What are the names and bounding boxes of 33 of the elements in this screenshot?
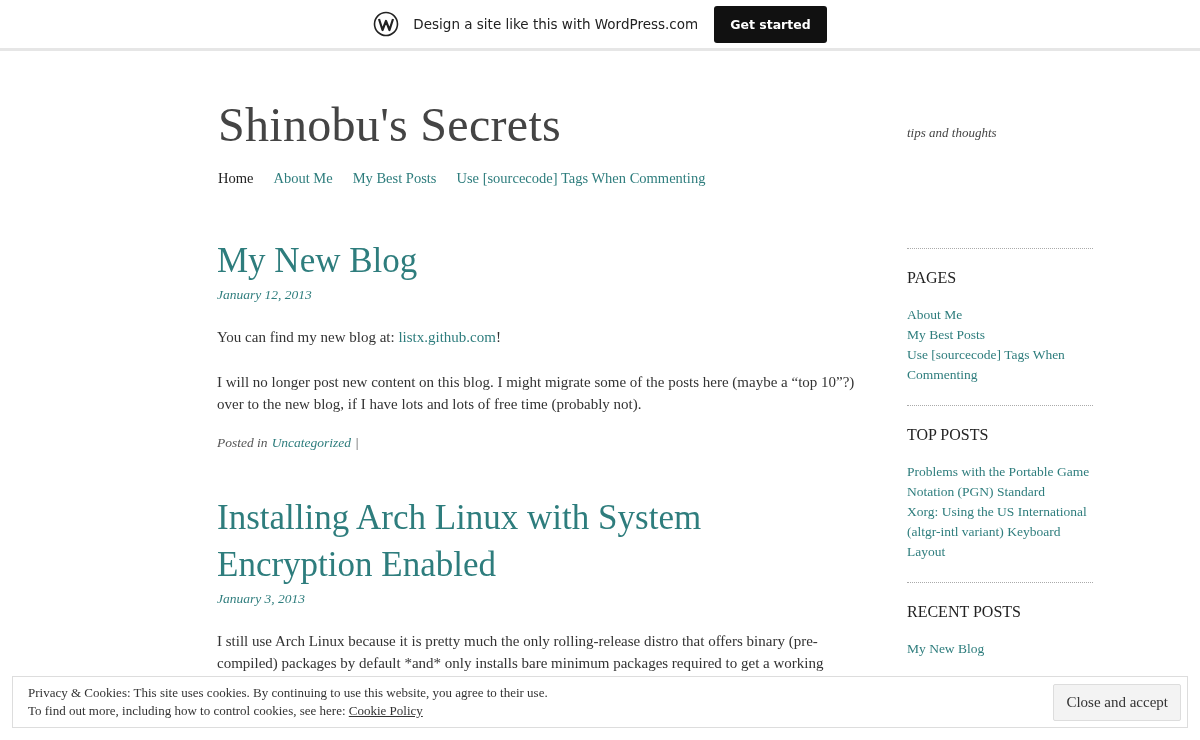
cookie-policy-text: To find out more, including how to control cookies, see here: Cookie Policy [28, 702, 424, 720]
post-date[interactable]: January 12, 2013 [217, 286, 312, 303]
post-paragraph: I will no longer post new content on this blog. I might migrate some of the posts here (maybe a “top 10”?) over to the new blog, if I have lots and lots of free time (probably not). [217, 373, 856, 414]
nav-link[interactable]: Use [sourcecode] Tags When Commenting [456, 170, 706, 187]
post-paragraph: I still use Arch Linux because it is pretty much the only rolling-release distro that offers binary (pre-compiled) packages by default *and* only installs bare minimum packages required to get a working [217, 632, 825, 673]
posted-in-label: Posted in [217, 435, 268, 451]
close-and-accept-button[interactable]: Close and accept [1053, 683, 1181, 721]
sidebar-link[interactable]: My Best Posts [907, 325, 1093, 345]
site-tagline: tips and thoughts [907, 125, 997, 141]
widget-heading: RECENT POSTS [907, 603, 1022, 621]
nav-link[interactable]: My Best Posts [352, 170, 437, 187]
wordpress-logo-icon [373, 11, 400, 37]
cookie-notice-text: Privacy & Cookies: This site uses cookies. By continuing to use this website, you agree to their use. [28, 684, 548, 702]
cookie-policy-link[interactable]: Cookie Policy [348, 703, 423, 718]
promo-text: Design a site like this with WordPress.com [413, 16, 699, 32]
get-started-button[interactable]: Get started [714, 5, 827, 43]
category-link[interactable]: Uncategorized [271, 435, 352, 451]
nav-link[interactable]: About Me [273, 170, 333, 187]
nav-link[interactable]: Home [218, 170, 254, 187]
post-paragraph: You can find my new blog at: listx.github.com! [217, 328, 502, 347]
sidebar-link[interactable]: Problems with the Portable Game Notation (PGN) Standard [907, 462, 1093, 502]
widget-heading: TOP POSTS [907, 426, 990, 444]
sidebar-link[interactable]: Xorg: Using the US International (altgr-intl variant) Keyboard Layout [907, 502, 1093, 562]
sidebar-link[interactable]: Use [sourcecode] Tags When Commenting [907, 345, 1093, 385]
sidebar-link[interactable]: My New Blog [907, 639, 1093, 659]
separator-text: | [355, 435, 359, 451]
post-title[interactable]: Installing Arch Linux with System Encryption Enabled [217, 494, 817, 588]
post-link[interactable]: listx.github.com [398, 329, 496, 345]
sidebar-link[interactable]: About Me [907, 305, 1093, 325]
post-title[interactable]: My New Blog [217, 237, 817, 284]
site-title[interactable]: Shinobu's Secrets [218, 95, 867, 155]
post-date[interactable]: January 3, 2013 [217, 590, 306, 607]
widget-heading: PAGES [907, 269, 958, 287]
